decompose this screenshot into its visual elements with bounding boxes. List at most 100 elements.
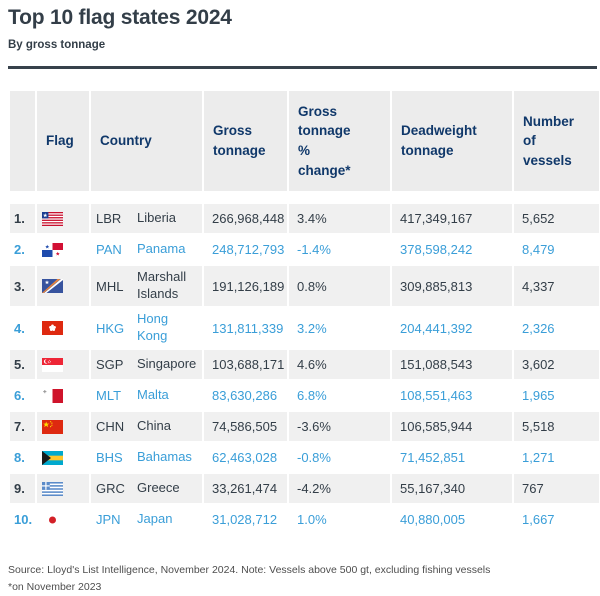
gross-tonnage-cell: 74,586,505 (203, 411, 288, 442)
country-code: MLT (96, 388, 137, 403)
deadweight-cell: 309,885,813 (391, 265, 513, 307)
country-cell: CHNChina (90, 411, 203, 442)
gt-change-cell: 3.4% (288, 203, 391, 234)
vessels-cell: 1,965 (513, 380, 600, 411)
flag-cell (36, 473, 90, 504)
country-cell: LBRLiberia (90, 203, 203, 234)
rank-cell: 5. (9, 349, 36, 380)
panama-flag-icon (42, 243, 63, 257)
country-cell: SGPSingapore (90, 349, 203, 380)
flag-cell (36, 234, 90, 265)
column-header-flag: Flag (36, 90, 90, 192)
flag-cell (36, 380, 90, 411)
country-code: LBR (96, 211, 137, 226)
gross-tonnage-cell: 191,126,189 (203, 265, 288, 307)
footer: Source: Lloyd's List Intelligence, Novem… (8, 562, 597, 596)
country-code: GRC (96, 481, 137, 496)
source-note: Source: Lloyd's List Intelligence, Novem… (8, 562, 597, 579)
footnote: *on November 2023 (8, 579, 597, 596)
flag-cell (36, 411, 90, 442)
rank-cell: 4. (9, 307, 36, 349)
table-row: 4. HKGHong Kong 131,811,339 3.2% 204,441… (9, 307, 600, 349)
flag-cell (36, 504, 90, 535)
country-code: SGP (96, 357, 137, 372)
gross-tonnage-cell: 33,261,474 (203, 473, 288, 504)
table-row: 10. JPNJapan 31,028,712 1.0% 40,880,005 … (9, 504, 600, 535)
gross-tonnage-cell: 31,028,712 (203, 504, 288, 535)
country-code: JPN (96, 512, 137, 527)
deadweight-cell: 417,349,167 (391, 203, 513, 234)
country-name: Malta (137, 387, 199, 404)
column-header-gross-tonnage: Gross tonnage (203, 90, 288, 192)
gross-tonnage-cell: 266,968,448 (203, 203, 288, 234)
china-flag-icon (42, 420, 63, 434)
vessels-cell: 5,652 (513, 203, 600, 234)
flag-states-table: Flag Country Gross tonnage Gross tonnage… (8, 89, 600, 536)
page-subtitle: By gross tonnage (8, 39, 597, 51)
flag-cell (36, 349, 90, 380)
gt-change-cell: -0.8% (288, 442, 391, 473)
country-code: CHN (96, 419, 137, 434)
gt-change-cell: 0.8% (288, 265, 391, 307)
table-row: 2. PANPanama 248,712,793 -1.4% 378,598,2… (9, 234, 600, 265)
singapore-flag-icon (42, 358, 63, 372)
liberia-flag-icon (42, 212, 63, 226)
rank-cell: 2. (9, 234, 36, 265)
rank-cell: 10. (9, 504, 36, 535)
table-row: 1. LBRLiberia 266,968,448 3.4% 417,349,1… (9, 203, 600, 234)
deadweight-cell: 71,452,851 (391, 442, 513, 473)
country-code: HKG (96, 321, 137, 336)
vessels-cell: 4,337 (513, 265, 600, 307)
country-name: Hong Kong (137, 311, 199, 345)
country-code: BHS (96, 450, 137, 465)
column-header-rank (9, 90, 36, 192)
country-name: Singapore (137, 356, 199, 373)
country-name: Panama (137, 241, 199, 258)
japan-flag-icon (42, 513, 63, 527)
table-row: 9. GRCGreece 33,261,474 -4.2% 55,167,340… (9, 473, 600, 504)
vessels-cell: 767 (513, 473, 600, 504)
country-cell: JPNJapan (90, 504, 203, 535)
malta-flag-icon (42, 389, 63, 403)
country-cell: GRCGreece (90, 473, 203, 504)
country-name: Marshall Islands (137, 269, 199, 303)
deadweight-cell: 106,585,944 (391, 411, 513, 442)
flag-cell (36, 307, 90, 349)
country-name: Japan (137, 511, 199, 528)
rank-cell: 9. (9, 473, 36, 504)
country-cell: PANPanama (90, 234, 203, 265)
bahamas-flag-icon (42, 451, 63, 465)
deadweight-cell: 378,598,242 (391, 234, 513, 265)
rank-cell: 3. (9, 265, 36, 307)
gt-change-cell: 3.2% (288, 307, 391, 349)
deadweight-cell: 55,167,340 (391, 473, 513, 504)
gt-change-cell: 6.8% (288, 380, 391, 411)
vessels-cell: 3,602 (513, 349, 600, 380)
flag-cell (36, 265, 90, 307)
gross-tonnage-cell: 248,712,793 (203, 234, 288, 265)
rank-cell: 7. (9, 411, 36, 442)
deadweight-cell: 204,441,392 (391, 307, 513, 349)
header-body-gap (9, 192, 600, 203)
rank-cell: 1. (9, 203, 36, 234)
country-cell: HKGHong Kong (90, 307, 203, 349)
table-header-row: Flag Country Gross tonnage Gross tonnage… (9, 90, 600, 192)
column-header-vessels: Number of vessels (513, 90, 600, 192)
flag-cell (36, 203, 90, 234)
deadweight-cell: 40,880,005 (391, 504, 513, 535)
gt-change-cell: -4.2% (288, 473, 391, 504)
country-cell: MHLMarshall Islands (90, 265, 203, 307)
country-cell: BHSBahamas (90, 442, 203, 473)
divider (8, 66, 597, 69)
gt-change-cell: 1.0% (288, 504, 391, 535)
vessels-cell: 8,479 (513, 234, 600, 265)
column-header-deadweight: Deadweight tonnage (391, 90, 513, 192)
gt-change-cell: -3.6% (288, 411, 391, 442)
gross-tonnage-cell: 62,463,028 (203, 442, 288, 473)
country-cell: MLTMalta (90, 380, 203, 411)
deadweight-cell: 151,088,543 (391, 349, 513, 380)
column-header-gt-change: Gross tonnage % change* (288, 90, 391, 192)
vessels-cell: 1,271 (513, 442, 600, 473)
gt-change-cell: -1.4% (288, 234, 391, 265)
country-name: Greece (137, 480, 199, 497)
